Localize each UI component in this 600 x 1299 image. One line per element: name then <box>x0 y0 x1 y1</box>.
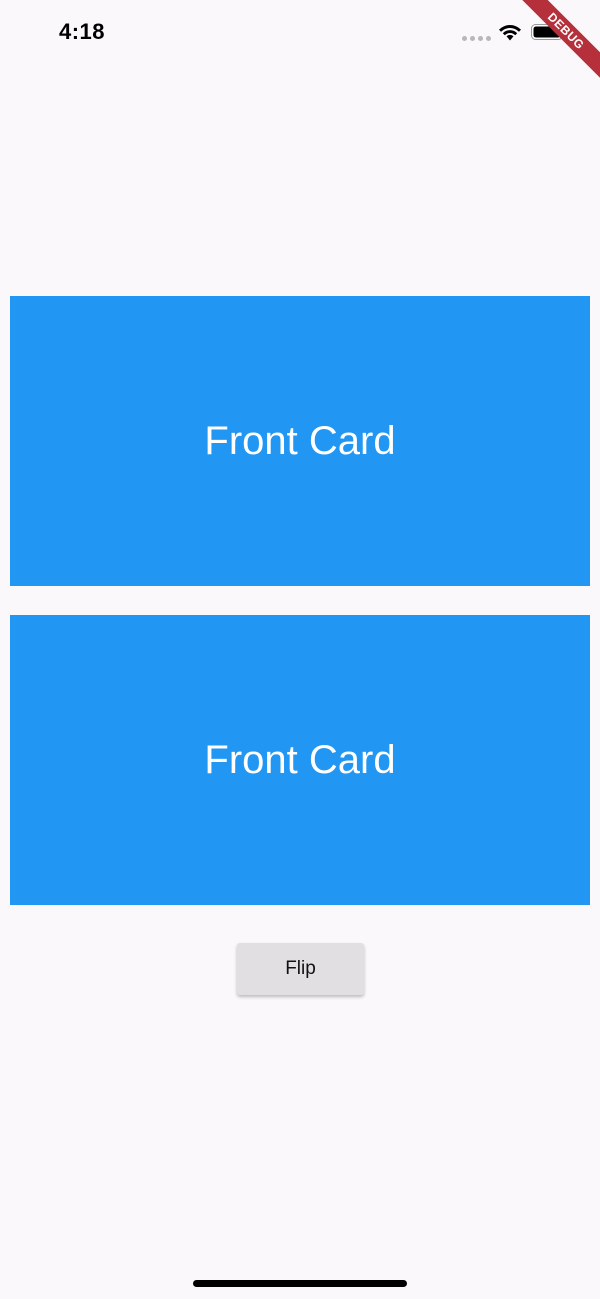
card-label: Front Card <box>204 418 396 463</box>
status-time: 4:18 <box>59 19 106 44</box>
flip-button[interactable]: Flip <box>237 943 364 995</box>
debug-ribbon-label: DEBUG <box>510 0 600 87</box>
signal-dots-icon <box>462 36 491 41</box>
home-indicator <box>193 1280 407 1287</box>
front-card-top: Front Card <box>10 296 590 586</box>
front-card-bottom: Front Card <box>10 615 590 905</box>
card-label: Front Card <box>204 737 396 782</box>
debug-banner: DEBUG <box>500 0 600 100</box>
